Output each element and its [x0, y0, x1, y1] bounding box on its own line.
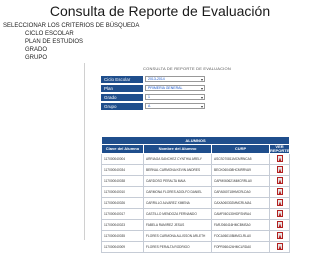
criterion-grupo: GRUPO: [25, 55, 48, 61]
student-id: 117000040009: [101, 241, 144, 253]
table-row: 117000040010 CARMONA FLORES ADOLFO DANIEL…: [101, 186, 291, 198]
view-report-cell: [268, 241, 291, 253]
form-title: CONSULTA DE REPORTE DE EVALUACION: [143, 66, 231, 71]
student-id: 117000040004: [101, 153, 144, 165]
pdf-icon[interactable]: [276, 188, 283, 195]
grupo-select-value: A: [148, 104, 151, 108]
column-header-clave: Clave del Alumno: [101, 144, 144, 154]
table-row: 117000040004 ARRIAGA SANCHEZ CYNTHIA AREL…: [101, 153, 291, 165]
table-caption-row: ALUMNOS: [100, 136, 291, 145]
pdf-icon[interactable]: [276, 177, 283, 184]
view-report-cell: [268, 219, 291, 231]
table-body: 117000040004 ARRIAGA SANCHEZ CYNTHIA AREL…: [101, 153, 291, 253]
filter-row-ciclo: Ciclo Escolar 2013-2014 ▾: [101, 75, 205, 83]
student-curp: FOPR060424HMCLRDA0: [211, 241, 270, 253]
filter-label-ciclo: Ciclo Escolar: [101, 75, 143, 83]
pdf-icon[interactable]: [276, 210, 283, 217]
student-curp: ASCS070811MCMRNCA5: [211, 153, 270, 165]
student-curp: CAPM060621MMCRRLA0: [211, 175, 270, 187]
instructions: SELECCIONAR LOS CRITERIOS DE BÚSQUEDA CI…: [3, 22, 139, 62]
ciclo-select-value: 2013-2014: [148, 77, 165, 81]
pdf-icon[interactable]: [276, 232, 283, 239]
criterion-ciclo: CICLO ESCOLAR: [25, 31, 74, 37]
filter-row-grupo: Grupo A ▾: [101, 102, 205, 110]
student-name: FABELA RAMIREZ JESUS: [143, 219, 212, 231]
student-curp: CAFA060718HMCRLDA0: [211, 186, 270, 198]
ciclo-select[interactable]: 2013-2014 ▾: [145, 76, 205, 82]
criterion-plan: PLAN DE ESTUDIOS: [25, 39, 84, 45]
view-report-cell: [268, 186, 291, 198]
student-name: CARDOSO PERALTA MAIA: [143, 175, 212, 187]
view-report-cell: [268, 197, 291, 209]
student-id: 117000040023: [101, 219, 144, 231]
plan-select-value: PRIMERIA GENERAL: [148, 86, 183, 90]
screenshot-panel: CONSULTA DE REPORTE DE EVALUACION Ciclo …: [84, 63, 291, 253]
column-header-reporte: VER REPORTE: [268, 144, 291, 154]
pdf-icon[interactable]: [276, 199, 283, 206]
filter-form: Ciclo Escolar 2013-2014 ▾ Plan PRIMERIA G…: [101, 75, 205, 111]
table-row: 117000040023 FABELA RAMIREZ JESUS FARJ0604…: [101, 219, 291, 231]
page-title: Consulta de Reporte de Evaluación: [49, 3, 271, 19]
student-id: 117000040038: [101, 175, 144, 187]
chevron-down-icon: ▾: [200, 86, 203, 91]
chevron-down-icon: ▾: [200, 104, 203, 109]
table-row: 117000040026 CARRILLO ALVAREZ XIMENA CAXA0…: [101, 197, 291, 209]
student-name: CARRILLO ALVAREZ XIMENA: [143, 197, 212, 209]
filter-label-grado: Grado: [101, 93, 143, 101]
student-name: BERNAL CARMONA KEVIN ANDRES: [143, 164, 212, 176]
grado-select[interactable]: 1 ▾: [145, 94, 205, 100]
table-caption: ALUMNOS: [100, 136, 291, 145]
filter-label-grupo: Grupo: [101, 102, 143, 110]
table-header-row: Clave del Alumno Nombre del Alumno CURP …: [101, 144, 291, 154]
student-curp: CAXA060302MMCRLMA1: [211, 197, 270, 209]
student-id: 117000040034: [101, 164, 144, 176]
chevron-down-icon: ▾: [200, 77, 203, 82]
criterion-grado: GRADO: [25, 47, 48, 53]
table-row: 117000040017 CASTILLO MENDOZA FERNANDO CAM…: [101, 208, 291, 220]
pdf-icon[interactable]: [276, 243, 283, 250]
pdf-icon[interactable]: [276, 155, 283, 162]
student-name: CARMONA FLORES ADOLFO DANIEL: [143, 186, 212, 198]
view-report-cell: [268, 153, 291, 165]
view-report-cell: [268, 208, 291, 220]
table-row: 117000040009 FLORES PERALTA RODRIGO FOPR06…: [101, 241, 291, 253]
view-report-cell: [268, 164, 291, 176]
student-id: 117000040010: [101, 186, 144, 198]
student-id: 117000040026: [101, 197, 144, 209]
student-id: 117000040017: [101, 208, 144, 220]
student-name: CASTILLO MENDOZA FERNANDO: [143, 208, 212, 220]
student-curp: CAMF060130HDFSNRA4: [211, 208, 270, 220]
grado-select-value: 1: [148, 95, 150, 99]
student-name: FLORES PERALTA RODRIGO: [143, 241, 212, 253]
filter-row-grado: Grado 1 ▾: [101, 93, 205, 101]
view-report-cell: [268, 175, 291, 187]
pdf-icon[interactable]: [276, 221, 283, 228]
chevron-down-icon: ▾: [200, 95, 203, 100]
students-table: ALUMNOS Clave del Alumno Nombre del Alum…: [100, 136, 291, 253]
student-curp: FARJ060416HMCBMSA0: [211, 219, 270, 231]
student-curp: BECK060408HCMRRVA9: [211, 164, 270, 176]
column-header-nombre: Nombre del Alumno: [143, 144, 212, 154]
pdf-icon[interactable]: [276, 166, 283, 173]
instructions-heading: SELECCIONAR LOS CRITERIOS DE BÚSQUEDA: [3, 23, 140, 29]
filter-label-plan: Plan: [101, 84, 143, 92]
filter-row-plan: Plan PRIMERIA GENERAL ▾: [101, 84, 205, 92]
column-header-curp: CURP: [211, 144, 270, 154]
table-row: 117000040038 CARDOSO PERALTA MAIA CAPM0606…: [101, 175, 291, 187]
grupo-select[interactable]: A ▾: [145, 103, 205, 109]
student-name: ARRIAGA SANCHEZ CYNTHIA ARELY: [143, 153, 212, 165]
plan-select[interactable]: PRIMERIA GENERAL ▾: [145, 85, 205, 91]
table-row: 117000040034 BERNAL CARMONA KEVIN ANDRES B…: [101, 164, 291, 176]
